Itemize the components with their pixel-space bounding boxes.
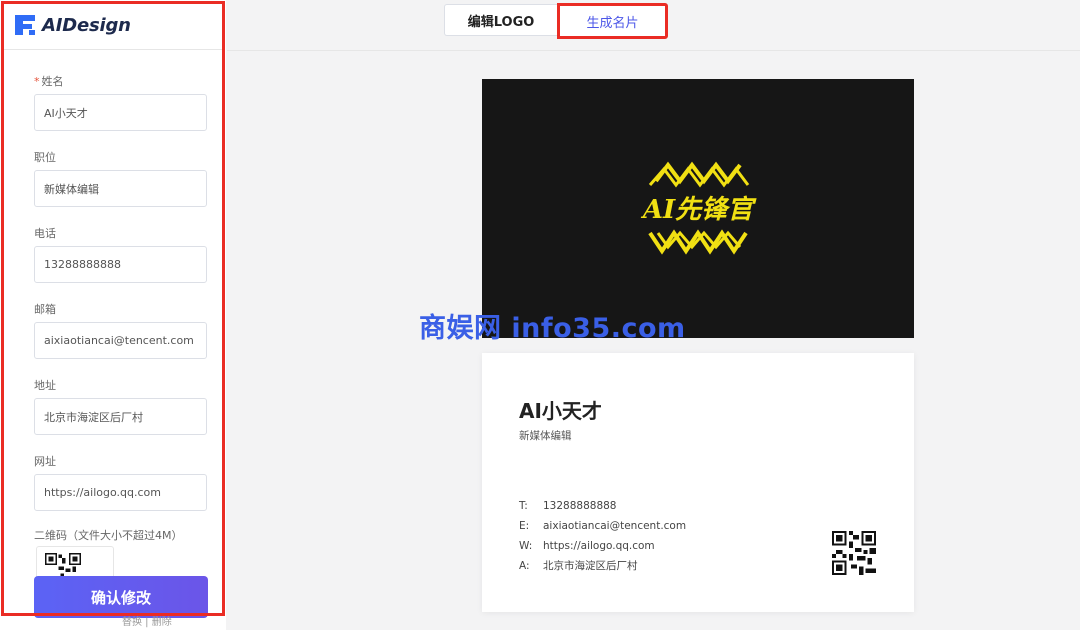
address-label: 地址 [34, 379, 56, 392]
card-name: AI小天才 [519, 399, 602, 423]
card-address-line: A: 北京市海淀区后厂村 [519, 560, 638, 572]
phone-input[interactable] [34, 246, 207, 283]
tab-edit-logo[interactable]: 编辑LOGO [444, 4, 557, 36]
address-input[interactable] [34, 398, 207, 435]
phone-label: 电话 [34, 227, 56, 240]
card-contact-list: T: 13288888888 E: aixiaotiancai@tencent.co… [519, 496, 686, 576]
divider [4, 49, 222, 50]
watermark-text: 商娱网 info35.com [419, 313, 686, 344]
website-label: 网址 [34, 455, 56, 468]
card-form: *姓名 职位 电话 邮箱 地址 网址 二维码（文件大小不超过4M） [34, 70, 208, 546]
logo-text: AI先锋官 [640, 195, 757, 225]
card-phone-line: T: 13288888888 [519, 500, 617, 512]
card-qr-code-icon [832, 531, 876, 575]
name-input[interactable] [34, 94, 207, 131]
field-position: 职位 [34, 146, 208, 222]
position-input[interactable] [34, 170, 207, 207]
sidebar: AIDesign *姓名 职位 电话 邮箱 地址 网址 二维码（文件大小不超过4… [0, 0, 226, 630]
confirm-button[interactable]: 确认修改 [34, 576, 208, 618]
card-website-line: W: https://ailogo.qq.com [519, 540, 655, 552]
mode-tabs: 编辑LOGO 生成名片 [444, 3, 668, 39]
field-address: 地址 [34, 374, 208, 450]
qr-label: 二维码（文件大小不超过4M） [34, 529, 183, 542]
tab-generate-card[interactable]: 生成名片 [557, 3, 668, 39]
aidesign-logo-icon [15, 15, 35, 35]
card-title: 新媒体编辑 [519, 430, 572, 442]
qr-actions[interactable]: 替换 | 删除 [122, 613, 172, 628]
name-label: 姓名 [41, 75, 64, 88]
position-label: 职位 [34, 151, 56, 164]
brand-name: AIDesign [42, 14, 131, 36]
brand[interactable]: AIDesign [14, 12, 131, 38]
field-email: 邮箱 [34, 298, 208, 374]
email-input[interactable] [34, 322, 207, 359]
website-input[interactable] [34, 474, 207, 511]
logo-emblem: AI先锋官 [640, 161, 757, 255]
business-card-front: AI先锋官 [482, 79, 914, 338]
field-phone: 电话 [34, 222, 208, 298]
business-card-back: AI小天才 新媒体编辑 T: 13288888888 E: aixiaotianca… [482, 353, 914, 612]
divider [227, 50, 1080, 51]
field-name: * 姓名 [34, 70, 208, 146]
email-label: 邮箱 [34, 303, 56, 316]
required-marker: * [34, 75, 40, 88]
field-website: 网址 [34, 450, 208, 526]
card-email-line: E: aixiaotiancai@tencent.com [519, 520, 687, 532]
